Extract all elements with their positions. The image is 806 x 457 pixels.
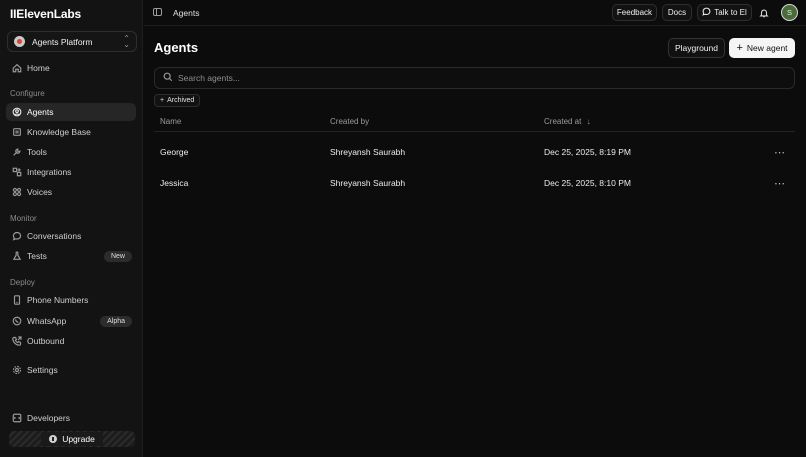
arrow-down-icon: ↓ (586, 117, 591, 126)
sidebar-item-tools[interactable]: Tools (6, 143, 136, 161)
sidebar-item-conversations[interactable]: Conversations (6, 227, 136, 245)
new-agent-button[interactable]: + New agent (729, 38, 795, 58)
sidebar-item-tests[interactable]: Tests New (6, 247, 136, 265)
code-icon (11, 413, 22, 424)
workspace-selector[interactable]: Agents Platform ⌃ ⌄ (7, 31, 137, 52)
sidebar-item-home[interactable]: Home (6, 59, 136, 77)
sidebar-item-label: Integrations (27, 167, 72, 177)
section-configure: Configure (10, 89, 45, 98)
agent-created-at: Dec 25, 2025, 8:10 PM (544, 178, 631, 188)
sidebar-item-label: Tools (27, 147, 47, 157)
sidebar-item-label: Conversations (27, 231, 82, 241)
elevenlabs-logo[interactable]: IIElevenLabs (10, 7, 81, 21)
home-icon (11, 63, 22, 74)
chat-bubble-icon (702, 7, 711, 18)
sidebar-item-whatsapp[interactable]: WhatsApp Alpha (6, 312, 136, 330)
upgrade-icon (49, 435, 58, 443)
book-icon (11, 127, 22, 138)
sidebar-item-label: Developers (27, 413, 70, 423)
upgrade-label: Upgrade (62, 434, 95, 444)
upgrade-button[interactable]: Upgrade (9, 431, 135, 447)
agent-created-by: Shreyansh Saurabh (330, 147, 406, 157)
docs-button[interactable]: Docs (662, 4, 692, 21)
sidebar-item-label: WhatsApp (27, 316, 67, 326)
archived-label: Archived (167, 97, 195, 104)
wrench-icon (11, 147, 22, 158)
topbar: Agents Feedback Docs Talk to El S (144, 0, 806, 26)
talk-to-el-label: Talk to El (714, 8, 747, 17)
search-bar (154, 67, 795, 89)
agent-created-at: Dec 25, 2025, 8:19 PM (544, 147, 631, 157)
integrations-icon (11, 167, 22, 178)
table-header: Name Created by Created at ↓ (154, 112, 795, 132)
search-input[interactable] (178, 73, 778, 83)
sidebar-item-label: Outbound (27, 336, 65, 346)
sidebar-item-label: Knowledge Base (27, 127, 91, 137)
sidebar-item-label: Phone Numbers (27, 295, 89, 305)
plus-icon: + (160, 97, 165, 104)
section-deploy: Deploy (10, 278, 35, 287)
playground-button[interactable]: Playground (668, 38, 725, 58)
new-agent-label: New agent (746, 43, 788, 53)
gear-icon (11, 365, 22, 376)
sidebar-item-label: Settings (27, 365, 58, 375)
sidebar-item-developers[interactable]: Developers (6, 409, 136, 427)
feedback-button[interactable]: Feedback (612, 4, 657, 21)
archived-filter-chip[interactable]: + Archived (154, 94, 201, 107)
sidebar-toggle-icon[interactable] (153, 8, 162, 16)
sidebar-item-integrations[interactable]: Integrations (6, 163, 136, 181)
column-created-by[interactable]: Created by (330, 117, 369, 126)
phone-outgoing-icon (11, 336, 22, 347)
sidebar-item-label: Voices (27, 187, 53, 197)
breadcrumb: Agents (173, 8, 200, 18)
column-created-at-label: Created at (544, 117, 582, 126)
agent-created-by: Shreyansh Saurabh (330, 178, 406, 188)
whatsapp-icon (11, 316, 22, 327)
section-monitor: Monitor (10, 214, 37, 223)
sidebar-item-phone-numbers[interactable]: Phone Numbers (6, 291, 136, 309)
workspace-label: Agents Platform (32, 36, 93, 47)
sidebar: IIElevenLabs Agents Platform ⌃ ⌄ Home Con… (0, 0, 143, 457)
plus-icon: + (736, 42, 743, 54)
bell-icon[interactable] (756, 5, 772, 20)
sidebar-item-voices[interactable]: Voices (6, 183, 136, 201)
table-row[interactable]: Jessica Shreyansh Saurabh Dec 25, 2025, … (154, 169, 795, 197)
agent-icon (11, 107, 22, 118)
chat-bubble-icon (11, 231, 22, 242)
column-created-at[interactable]: Created at ↓ (544, 117, 591, 126)
agent-name: George (160, 147, 189, 157)
chevron-up-down-icon: ⌃ ⌄ (123, 33, 130, 49)
alpha-badge: Alpha (100, 315, 132, 327)
workspace-icon (14, 36, 25, 47)
phone-icon (11, 295, 22, 306)
page-title: Agents (154, 40, 199, 55)
search-icon (163, 72, 173, 84)
new-badge: New (103, 250, 132, 262)
table-row[interactable]: George Shreyansh Saurabh Dec 25, 2025, 8… (154, 138, 795, 166)
sidebar-item-knowledge-base[interactable]: Knowledge Base (6, 123, 136, 141)
more-options-icon[interactable]: ⋯ (774, 177, 786, 190)
voices-icon (11, 187, 22, 198)
sidebar-item-label: Home (27, 63, 50, 73)
sidebar-item-settings[interactable]: Settings (6, 361, 136, 379)
sidebar-item-label: Agents (27, 107, 54, 117)
flask-icon (11, 251, 22, 262)
more-options-icon[interactable]: ⋯ (774, 146, 786, 159)
talk-to-el-button[interactable]: Talk to El (697, 4, 752, 21)
sidebar-item-label: Tests (27, 251, 47, 261)
sidebar-item-outbound[interactable]: Outbound (6, 332, 136, 350)
column-name[interactable]: Name (160, 117, 181, 126)
avatar[interactable]: S (781, 4, 798, 21)
agent-name: Jessica (160, 178, 189, 188)
sidebar-item-agents[interactable]: Agents (6, 103, 136, 121)
